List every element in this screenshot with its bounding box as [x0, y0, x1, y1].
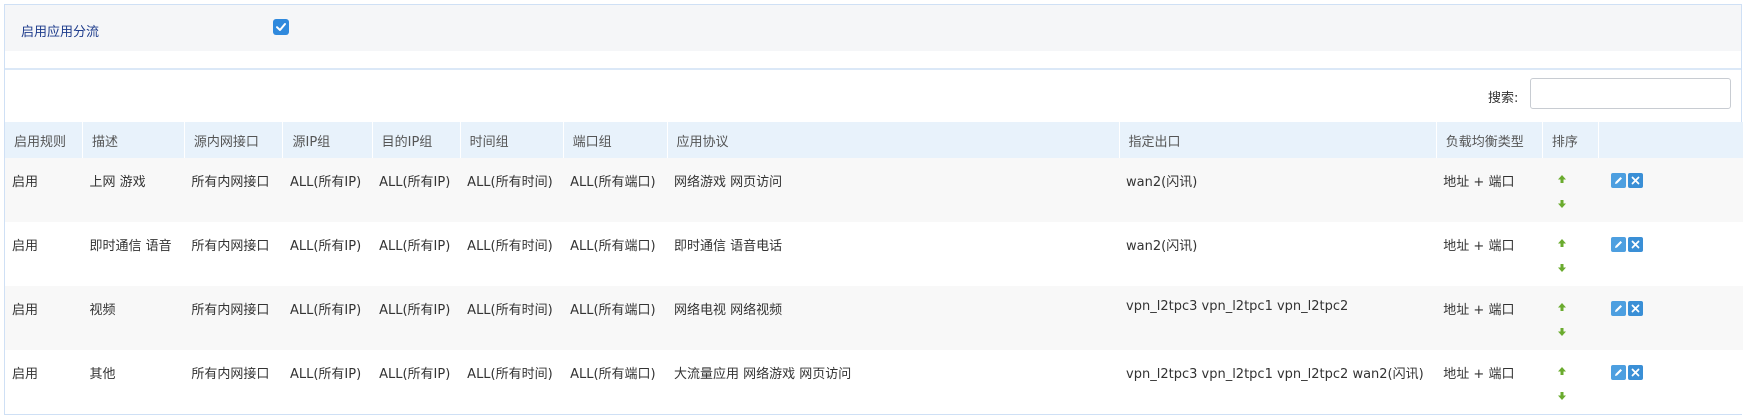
cell-app-protocol: 即时通信 语音电话 — [674, 239, 783, 254]
edit-button[interactable] — [1610, 237, 1626, 252]
col-header-actions — [1598, 122, 1743, 158]
cell-app-protocol: 网络电视 网络视频 — [674, 303, 783, 318]
cell-exit: wan2(闪讯) — [1126, 239, 1198, 254]
cell-source-interface: 所有内网接口 — [191, 239, 270, 254]
cell-actions — [1599, 286, 1743, 350]
cell-source-ip: ALL(所有IP) — [289, 367, 362, 382]
cell-exit: vpn_l2tpc3 vpn_l2tpc1 vpn_l2tpc2 wan2(闪讯… — [1126, 367, 1424, 382]
cell-exit: vpn_l2tpc3 vpn_l2tpc1 vpn_l2tpc2 — [1126, 299, 1349, 314]
cell-status: 启用 — [12, 303, 39, 318]
col-header-description[interactable]: 描述 — [81, 122, 185, 158]
col-header-source-interface[interactable]: 源内网接口 — [183, 122, 283, 158]
cell-source-ip: ALL(所有IP) — [289, 239, 362, 254]
edit-button[interactable] — [1610, 301, 1626, 316]
table-header-row: 启用规则 描述 源内网接口 源IP组 目的IP组 时间组 端口组 应用协议 指定… — [5, 122, 1743, 158]
delete-button[interactable] — [1627, 237, 1643, 252]
cell-status: 启用 — [12, 367, 39, 382]
cell-time: ALL(所有时间) — [467, 175, 553, 190]
cell-actions — [1599, 222, 1743, 286]
cell-app-protocol: 大流量应用 网络游戏 网页访问 — [674, 367, 852, 382]
pencil-icon — [1614, 177, 1622, 184]
table-row: 启用 其他 所有内网接口 ALL(所有IP) ALL(所有IP) ALL(所有时… — [5, 350, 1743, 414]
app-split-panel: 启用应用分流 搜索: 启用规则 描述 源内网接口 源IP组 目的IP组 时间组 … — [4, 4, 1743, 415]
cell-sort — [1542, 286, 1598, 350]
enable-app-split-row: 启用应用分流 — [5, 5, 1741, 51]
cell-sort — [1542, 350, 1598, 414]
cell-port: ALL(所有端口) — [570, 303, 656, 318]
cell-source-ip: ALL(所有IP) — [289, 303, 362, 318]
close-icon — [1631, 176, 1640, 185]
cell-dest-ip: ALL(所有IP) — [379, 367, 451, 382]
cell-load-balance: 地址 + 端口 — [1443, 239, 1515, 254]
close-icon — [1631, 240, 1640, 249]
arrow-up-icon[interactable] — [1557, 174, 1567, 184]
cell-time: ALL(所有时间) — [467, 367, 553, 382]
rules-table: 启用规则 描述 源内网接口 源IP组 目的IP组 时间组 端口组 应用协议 指定… — [5, 122, 1743, 414]
arrow-up-icon[interactable] — [1557, 366, 1567, 376]
close-icon — [1631, 368, 1640, 377]
pencil-icon — [1614, 305, 1622, 312]
cell-load-balance: 地址 + 端口 — [1443, 175, 1515, 190]
pencil-icon — [1614, 369, 1622, 376]
col-header-source-ip-group[interactable]: 源IP组 — [282, 122, 373, 158]
search-input[interactable] — [1530, 78, 1731, 109]
arrow-down-icon[interactable] — [1557, 199, 1567, 209]
cell-source-interface: 所有内网接口 — [191, 367, 270, 382]
arrow-down-icon[interactable] — [1557, 327, 1567, 337]
col-header-dest-ip-group[interactable]: 目的IP组 — [371, 122, 461, 158]
col-header-load-balance[interactable]: 负载均衡类型 — [1435, 122, 1543, 158]
col-header-app-protocol[interactable]: 应用协议 — [666, 122, 1120, 158]
arrow-down-icon[interactable] — [1557, 391, 1567, 401]
col-header-status[interactable]: 启用规则 — [5, 122, 82, 158]
cell-source-ip: ALL(所有IP) — [289, 175, 362, 190]
delete-button[interactable] — [1627, 301, 1643, 316]
cell-port: ALL(所有端口) — [570, 367, 656, 382]
edit-button[interactable] — [1610, 173, 1626, 188]
table-row: 启用 上网 游戏 所有内网接口 ALL(所有IP) ALL(所有IP) ALL(… — [5, 158, 1743, 222]
cell-app-protocol: 网络游戏 网页访问 — [674, 175, 783, 190]
cell-sort — [1542, 222, 1598, 286]
cell-status: 启用 — [12, 239, 39, 254]
cell-dest-ip: ALL(所有IP) — [379, 239, 451, 254]
cell-actions — [1599, 350, 1743, 414]
cell-actions — [1599, 158, 1743, 222]
delete-button[interactable] — [1627, 173, 1643, 188]
cell-sort — [1542, 158, 1598, 222]
cell-description: 即时通信 语音 — [89, 239, 172, 254]
col-header-time-group[interactable]: 时间组 — [459, 122, 564, 158]
close-icon — [1631, 304, 1640, 313]
enable-app-split-label: 启用应用分流 — [21, 25, 100, 40]
pencil-icon — [1614, 241, 1622, 248]
search-label: 搜索: — [1488, 91, 1519, 106]
cell-time: ALL(所有时间) — [467, 239, 553, 254]
cell-status: 启用 — [12, 175, 39, 190]
cell-port: ALL(所有端口) — [570, 239, 656, 254]
check-icon — [276, 23, 286, 31]
cell-source-interface: 所有内网接口 — [191, 303, 270, 318]
arrow-up-icon[interactable] — [1557, 302, 1567, 312]
cell-description: 上网 游戏 — [89, 175, 146, 190]
cell-dest-ip: ALL(所有IP) — [379, 303, 451, 318]
cell-exit: wan2(闪讯) — [1126, 175, 1198, 190]
table-row: 启用 视频 所有内网接口 ALL(所有IP) ALL(所有IP) ALL(所有时… — [5, 286, 1743, 350]
cell-load-balance: 地址 + 端口 — [1443, 367, 1515, 382]
col-header-port-group[interactable]: 端口组 — [562, 122, 668, 158]
cell-description: 视频 — [89, 303, 116, 318]
col-header-exit[interactable]: 指定出口 — [1118, 122, 1437, 158]
edit-button[interactable] — [1610, 365, 1626, 380]
arrow-up-icon[interactable] — [1557, 238, 1567, 248]
enable-app-split-checkbox[interactable] — [273, 19, 289, 35]
col-header-sort[interactable]: 排序 — [1541, 122, 1599, 158]
arrow-down-icon[interactable] — [1557, 263, 1567, 273]
cell-source-interface: 所有内网接口 — [191, 175, 270, 190]
delete-button[interactable] — [1627, 365, 1643, 380]
cell-load-balance: 地址 + 端口 — [1443, 303, 1515, 318]
table-row: 启用 即时通信 语音 所有内网接口 ALL(所有IP) ALL(所有IP) AL… — [5, 222, 1743, 286]
section-divider — [5, 68, 1741, 70]
cell-port: ALL(所有端口) — [570, 175, 656, 190]
cell-dest-ip: ALL(所有IP) — [379, 175, 451, 190]
cell-time: ALL(所有时间) — [467, 303, 553, 318]
cell-description: 其他 — [89, 367, 116, 382]
